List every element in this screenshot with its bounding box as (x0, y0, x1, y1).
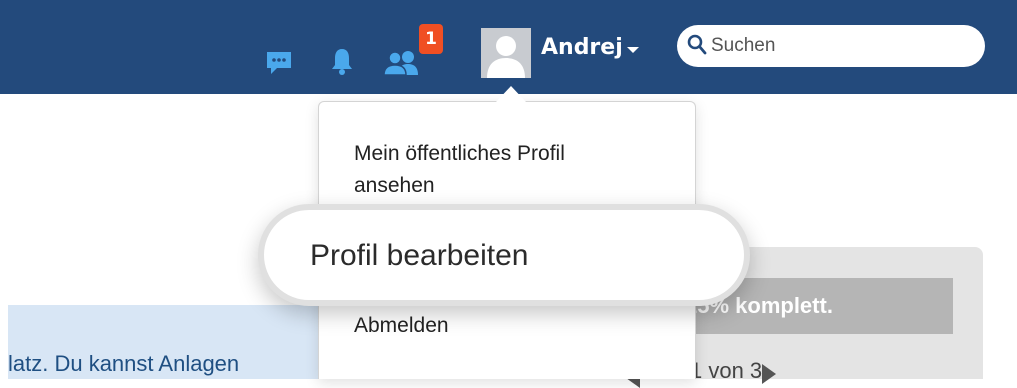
bell-icon[interactable] (331, 47, 353, 75)
search-icon[interactable] (687, 34, 707, 56)
edit-profile-label: Profil bearbeiten (310, 239, 529, 272)
dropdown-pointer (496, 86, 526, 102)
top-navbar: 1 Andrej (0, 0, 1017, 94)
chat-icon[interactable] (265, 50, 293, 76)
menu-item-view-public-profile[interactable]: Mein öffentliches Profil ansehen (354, 138, 644, 202)
search-input[interactable] (711, 31, 966, 61)
search-box[interactable] (677, 25, 985, 67)
menu-item-logout[interactable]: Abmelden (354, 310, 449, 342)
menu-item-edit-profile[interactable]: Profil bearbeiten (258, 204, 750, 306)
avatar-placeholder-icon (481, 28, 531, 78)
avatar[interactable] (481, 28, 531, 78)
user-name[interactable]: Andrej (541, 33, 623, 63)
info-text: latz. Du kannst Anlagen (8, 351, 240, 376)
pager-text: 1 von 3 (690, 358, 763, 383)
people-icon[interactable] (382, 49, 422, 75)
notification-badge: 1 (419, 24, 443, 54)
next-arrow-icon[interactable] (762, 364, 776, 384)
chevron-down-icon[interactable] (627, 47, 639, 53)
